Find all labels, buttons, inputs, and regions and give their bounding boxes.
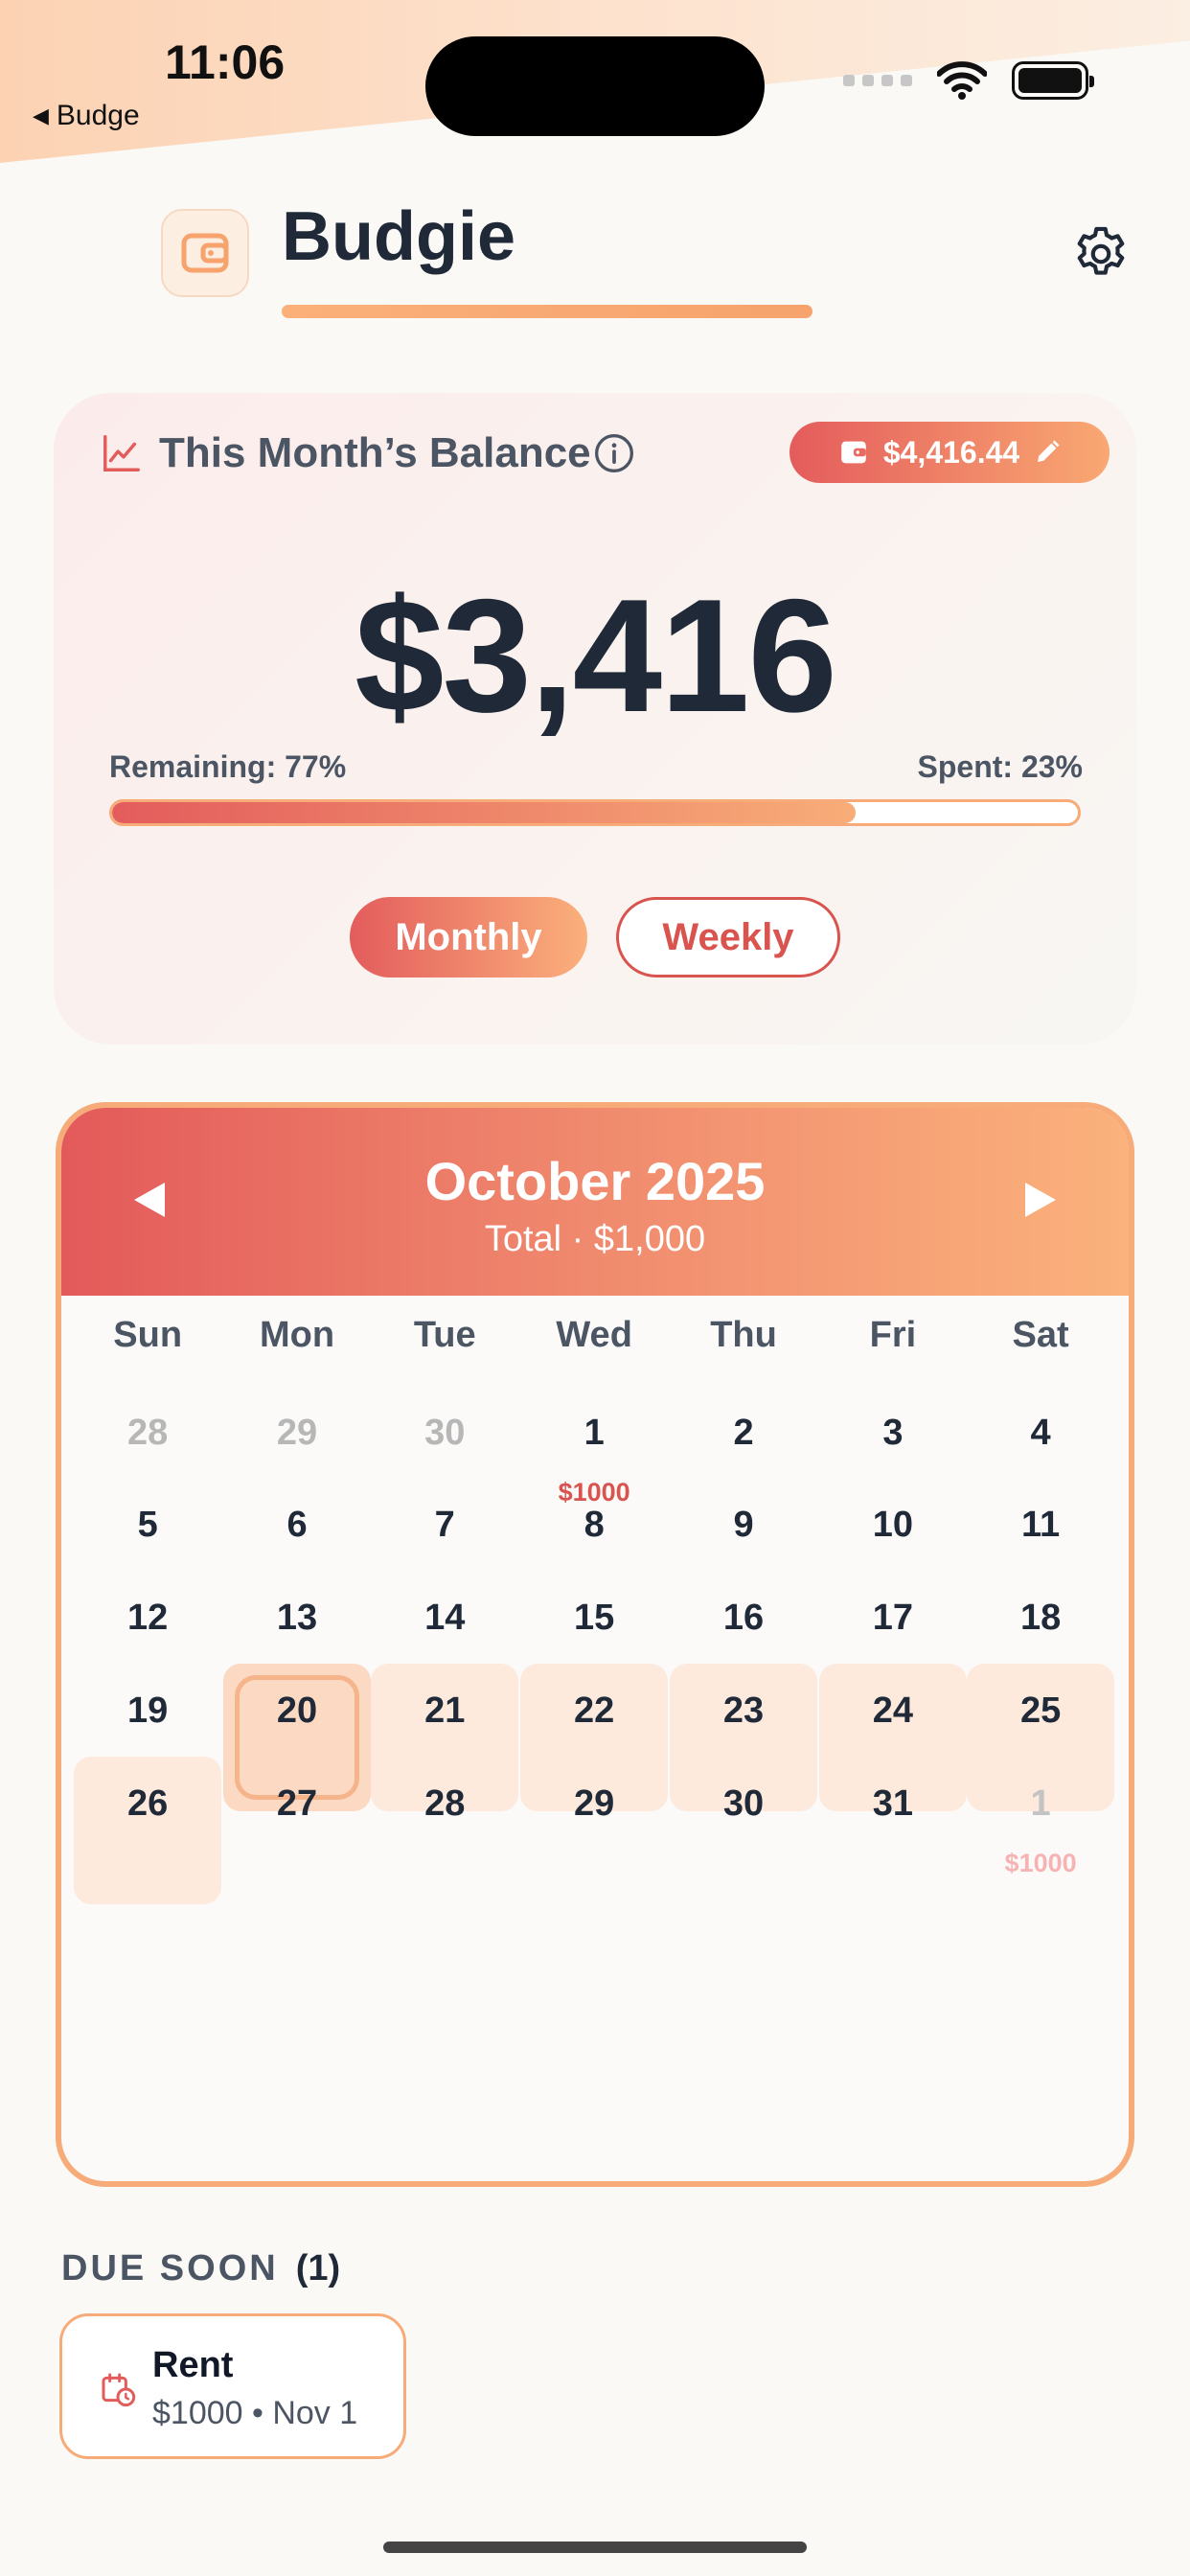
calendar-day-number: 29	[574, 1783, 615, 1824]
signal-dots-icon	[843, 75, 912, 86]
calendar-day-number: 10	[872, 1505, 914, 1545]
calendar-day-number: 11	[1021, 1505, 1061, 1545]
back-to-app-link[interactable]: ◀ Budge	[33, 100, 140, 132]
due-item-name: Rent	[152, 2345, 234, 2385]
calendar-day-number: 19	[127, 1690, 169, 1731]
calendar-day[interactable]: 29	[520, 1757, 668, 1904]
calendar-day-number: 30	[424, 1413, 466, 1453]
due-item-meta: $1000 • Nov 1	[152, 2395, 358, 2431]
app-logo	[161, 209, 249, 297]
calendar-day-number: 23	[722, 1690, 765, 1731]
calendar-day-number: 26	[127, 1783, 169, 1824]
wifi-icon	[937, 61, 987, 100]
calendar-day[interactable]: 28	[371, 1757, 518, 1904]
monthly-toggle-button[interactable]: Monthly	[350, 897, 587, 978]
status-time: 11:06	[165, 35, 286, 89]
calendar-day-number: 8	[584, 1505, 605, 1545]
spent-percent-label: Spent: 23%	[917, 749, 1083, 784]
app-title: Budgie	[282, 198, 515, 275]
calendar-day-number: 18	[1019, 1598, 1062, 1638]
balance-progress-fill	[112, 802, 857, 823]
back-triangle-icon: ◀	[33, 104, 49, 127]
calendar-day-number: 21	[424, 1690, 466, 1731]
balance-header: This Month’s Balance	[100, 429, 635, 477]
calendar-day[interactable]: 26	[74, 1757, 222, 1904]
calendar-day-amount: $1000	[1004, 1849, 1077, 1877]
calendar-card: October 2025 Total · $1,000 Sun Mon Tue Wed…	[56, 1102, 1134, 2187]
calendar-day-number: 12	[127, 1598, 169, 1638]
calendar-day-number: 13	[276, 1598, 318, 1638]
calendar-day-number: 1	[584, 1413, 605, 1453]
calendar-day-number: 17	[872, 1598, 914, 1638]
line-chart-icon	[103, 435, 140, 472]
period-toggle: Monthly Weekly	[54, 897, 1136, 978]
calendar-day-number: 9	[733, 1505, 754, 1545]
calendar-day-number: 2	[733, 1413, 754, 1453]
remaining-balance-amount: $3,416	[355, 565, 837, 746]
due-soon-title: DUE SOON	[61, 2248, 279, 2288]
calendar-day-number: 14	[424, 1598, 466, 1638]
balance-card: This Month’s Balance $4,416.44 $3,416 Re…	[54, 393, 1136, 1045]
pencil-icon	[1038, 440, 1060, 462]
calendar-grid: 28 29 30 1 $1000 2 3 4 5 6 7 8 9 10 11 12 13 14 15 16 17 18 19…	[61, 1108, 1129, 2181]
gear-icon	[1077, 226, 1125, 275]
calendar-day-number: 6	[286, 1505, 308, 1545]
due-soon-heading: DUE SOON (1)	[61, 2248, 340, 2289]
weekly-toggle-button[interactable]: Weekly	[616, 897, 840, 978]
calendar-day-number: 29	[276, 1413, 318, 1453]
back-app-label: Budge	[56, 100, 140, 131]
calendar-day-number: 15	[574, 1598, 615, 1638]
calendar-day-number: 20	[276, 1690, 318, 1731]
calendar-day-number: 27	[276, 1783, 318, 1824]
due-soon-count: (1)	[295, 2248, 341, 2288]
calendar-day[interactable]: 1 $1000	[967, 1757, 1114, 1904]
settings-button[interactable]	[1069, 222, 1133, 286]
info-icon[interactable]	[593, 432, 635, 474]
calendar-day[interactable]: 31	[819, 1757, 967, 1904]
balance-title: This Month’s Balance	[159, 429, 591, 476]
battery-icon	[1012, 61, 1094, 100]
wallet-icon	[181, 233, 229, 273]
calendar-day-number: 28	[424, 1783, 466, 1824]
status-icons	[843, 61, 1094, 100]
remaining-percent-label: Remaining: 77%	[109, 749, 347, 784]
calendar-day[interactable]: 27	[223, 1757, 371, 1904]
calendar-clock-icon	[102, 2373, 136, 2407]
calendar-day-number: 25	[1019, 1690, 1062, 1731]
dynamic-island	[425, 36, 765, 136]
calendar-day[interactable]: 30	[670, 1757, 817, 1904]
balance-progress-bar	[109, 799, 1081, 826]
calendar-day-number: 1	[1030, 1783, 1051, 1824]
due-item-card[interactable]: Rent $1000 • Nov 1	[59, 2313, 406, 2459]
calendar-day-number: 3	[882, 1413, 904, 1453]
total-budget-edit-button[interactable]: $4,416.44	[790, 422, 1110, 483]
total-budget-amount: $4,416.44	[882, 434, 1020, 470]
calendar-day-number: 28	[127, 1413, 169, 1453]
calendar-day-number: 5	[137, 1505, 158, 1545]
calendar-day-number: 4	[1030, 1413, 1051, 1453]
home-indicator	[383, 2542, 807, 2553]
wallet-icon	[841, 441, 866, 464]
calendar-day-number: 30	[722, 1783, 765, 1824]
calendar-day-number: 31	[872, 1783, 914, 1824]
calendar-day-number: 16	[722, 1598, 765, 1638]
calendar-day-number: 24	[872, 1690, 914, 1731]
calendar-day-number: 7	[434, 1505, 455, 1545]
title-underline	[282, 305, 812, 318]
calendar-day-number: 22	[574, 1690, 615, 1731]
